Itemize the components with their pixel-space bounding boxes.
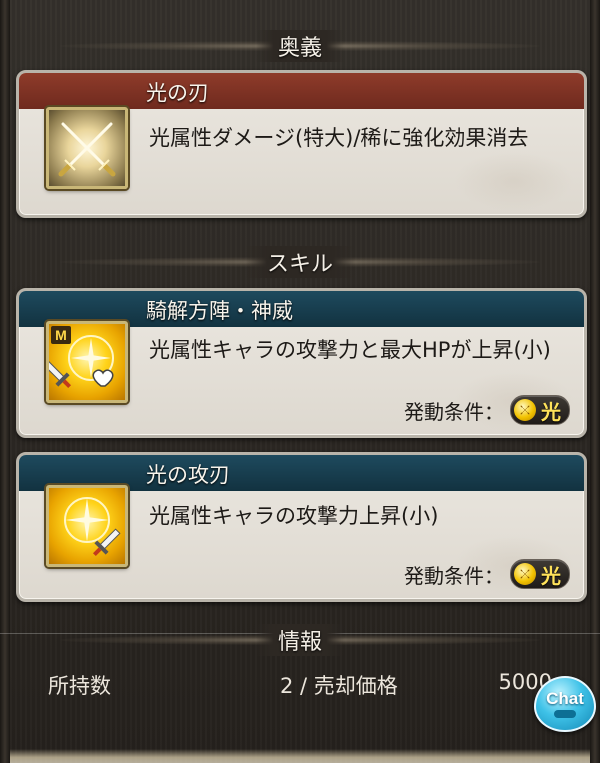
chat-bubble-icon — [554, 710, 576, 718]
element-text: 光 — [541, 399, 561, 424]
ougi-name: 光の刃 — [146, 81, 209, 105]
light-element-icon — [514, 399, 536, 421]
skill-name: 騎解方陣・神威 — [146, 299, 293, 323]
element-badge: 光 — [510, 559, 570, 589]
condition-label: 発動条件： — [404, 563, 504, 588]
skill-description: 光属性キャラの攻撃力上昇(小) — [149, 504, 439, 528]
svg-text:M: M — [55, 327, 67, 343]
chat-label: Chat — [546, 689, 584, 708]
owned-label: 所持数 — [48, 674, 111, 698]
ougi-card-header: 光の刃 — [19, 73, 584, 109]
section-header-ougi: 奥義 — [0, 26, 600, 66]
element-badge: 光 — [510, 395, 570, 425]
skill-description: 光属性キャラの攻撃力と最大HPが上昇(小) — [149, 338, 551, 362]
activation-condition: 発動条件： 光 — [404, 395, 570, 425]
owned-count-sell-label: 2 / 売却価格 — [280, 674, 398, 698]
section-title-ougi: 奥義 — [255, 30, 344, 62]
bottom-glow — [10, 749, 590, 763]
light-compass-sword-icon — [46, 485, 128, 567]
activation-condition: 発動条件： 光 — [404, 559, 570, 589]
skill-card-1[interactable]: 騎解方陣・神威 M 光属性キャラの攻撃力と最大HPが上昇(小) 発動条件： 光 — [16, 288, 587, 438]
light-compass-sword-heart-icon: M — [46, 321, 128, 403]
crossed-swords-icon — [46, 107, 128, 189]
skill-card-2[interactable]: 光の攻刃 光属性キャラの攻撃力上昇(小) 発動条件： 光 — [16, 452, 587, 602]
section-title-skill: スキル — [244, 246, 355, 278]
section-header-skill: スキル — [0, 242, 600, 282]
condition-label: 発動条件： — [404, 399, 504, 424]
skill-name: 光の攻刃 — [146, 463, 230, 487]
ornament-decoration — [454, 151, 574, 211]
info-row: 所持数 2 / 売却価格 5000 — [0, 662, 600, 706]
element-text: 光 — [541, 563, 561, 588]
ougi-card[interactable]: 光の刃 光属性ダメージ(特大)/稀に強化効果消去 — [16, 70, 587, 218]
section-header-info: 情報 — [0, 620, 600, 660]
light-element-icon — [514, 563, 536, 585]
section-title-info: 情報 — [255, 624, 344, 656]
chat-button[interactable]: Chat — [534, 676, 596, 732]
ougi-description: 光属性ダメージ(特大)/稀に強化効果消去 — [149, 126, 529, 150]
